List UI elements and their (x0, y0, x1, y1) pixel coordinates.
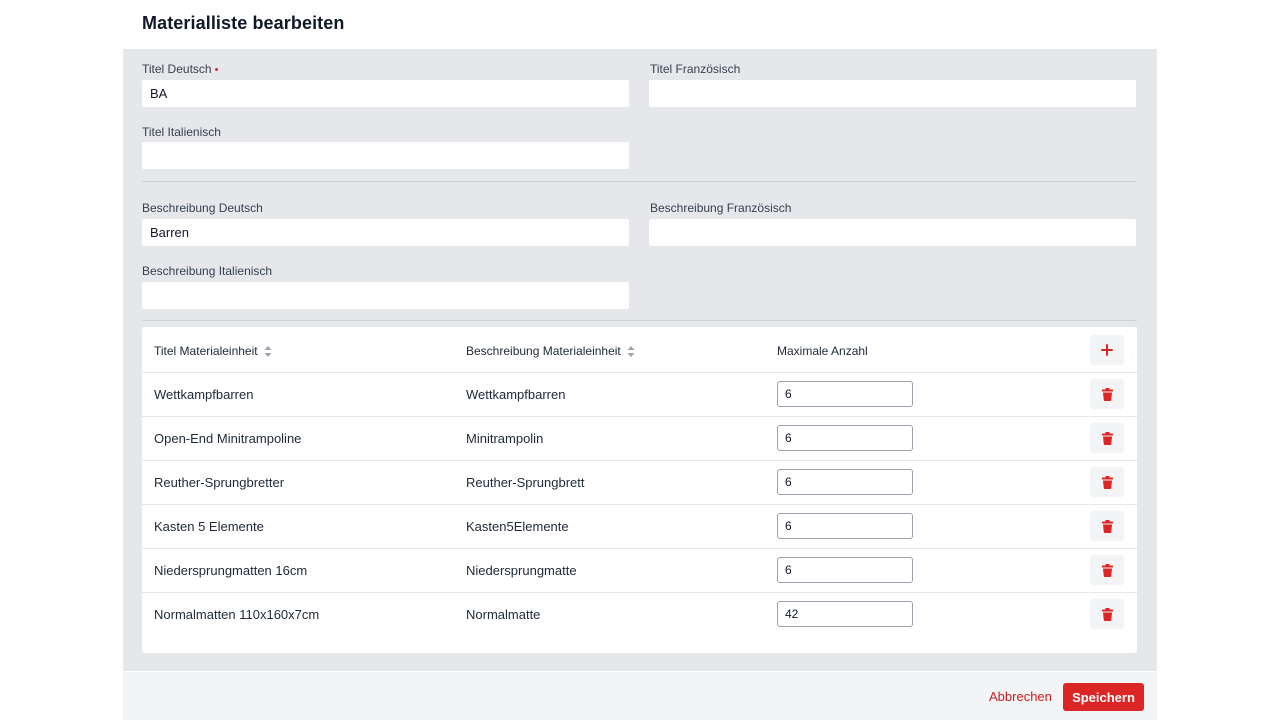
row-description: Kasten5Elemente (466, 519, 569, 534)
row-description: Normalmatte (466, 607, 541, 622)
add-row-button[interactable] (1090, 335, 1124, 365)
trash-icon (1101, 387, 1113, 401)
row-title: Normalmatten 110x160x7cm (154, 607, 320, 622)
title-de-input[interactable] (141, 79, 630, 108)
delete-row-button[interactable] (1090, 599, 1124, 629)
title-it-label: Titel Italienisch (142, 125, 221, 139)
column-header-max-count: Maximale Anzahl (777, 344, 868, 358)
max-count-input[interactable] (777, 425, 913, 451)
trash-icon (1101, 519, 1113, 533)
row-description: Wettkampfbarren (466, 387, 566, 402)
column-header-description[interactable]: Beschreibung Materialeinheit (466, 344, 635, 358)
max-count-input[interactable] (777, 557, 913, 583)
delete-row-button[interactable] (1090, 555, 1124, 585)
row-title: Wettkampfbarren (154, 387, 254, 402)
row-description: Minitrampolin (466, 431, 544, 446)
max-count-input[interactable] (777, 469, 913, 495)
delete-row-button[interactable] (1090, 423, 1124, 453)
title-fr-label: Titel Französisch (650, 62, 741, 76)
trash-icon (1101, 431, 1113, 445)
delete-row-button[interactable] (1090, 511, 1124, 541)
row-title: Open-End Minitrampoline (154, 431, 302, 446)
table-row: Normalmatten 110x160x7cm Normalmatte (142, 592, 1137, 636)
table-row: Open-End Minitrampoline Minitrampolin (142, 416, 1137, 460)
row-title: Niedersprungmatten 16cm (154, 563, 308, 578)
delete-row-button[interactable] (1090, 467, 1124, 497)
column-header-title[interactable]: Titel Materialeinheit (154, 344, 272, 358)
desc-de-label: Beschreibung Deutsch (142, 201, 263, 215)
dialog-footer: Abbrechen Speichern (123, 672, 1157, 720)
row-title: Reuther-Sprungbretter (154, 475, 285, 490)
title-de-label: Titel Deutsch • (142, 62, 218, 76)
required-marker: • (214, 64, 219, 76)
table-row: Reuther-Sprungbretter Reuther-Sprungbrett (142, 460, 1137, 504)
desc-it-label: Beschreibung Italienisch (142, 264, 273, 278)
sort-icon[interactable] (264, 345, 272, 357)
column-header-title-text: Titel Materialeinheit (154, 344, 258, 358)
max-count-input[interactable] (777, 381, 913, 407)
max-count-input[interactable] (777, 601, 913, 627)
table-row: Kasten 5 Elemente Kasten5Elemente (142, 504, 1137, 548)
title-de-label-text: Titel Deutsch (142, 62, 212, 76)
max-count-input[interactable] (777, 513, 913, 539)
desc-fr-label: Beschreibung Französisch (650, 201, 792, 215)
delete-row-button[interactable] (1090, 379, 1124, 409)
desc-it-input[interactable] (141, 281, 630, 310)
section-divider (142, 320, 1137, 321)
material-units-table: Titel Materialeinheit Beschreibung Mater… (142, 327, 1137, 653)
title-fr-input[interactable] (648, 79, 1137, 108)
column-header-max-count-text: Maximale Anzahl (777, 344, 868, 358)
row-description: Reuther-Sprungbrett (466, 475, 585, 490)
trash-icon (1101, 607, 1113, 621)
sort-icon[interactable] (627, 345, 635, 357)
column-header-description-text: Beschreibung Materialeinheit (466, 344, 621, 358)
cancel-button[interactable]: Abbrechen (985, 683, 1056, 711)
table-row: Wettkampfbarren Wettkampfbarren (142, 372, 1137, 416)
row-description: Niedersprungmatte (466, 563, 577, 578)
trash-icon (1101, 563, 1113, 577)
save-button[interactable]: Speichern (1063, 683, 1144, 711)
plus-icon (1101, 344, 1113, 356)
trash-icon (1101, 475, 1113, 489)
desc-de-input[interactable] (141, 218, 630, 247)
title-it-input[interactable] (141, 141, 630, 170)
table-row: Niedersprungmatten 16cm Niedersprungmatte (142, 548, 1137, 592)
dialog-title: Materialliste bearbeiten (142, 13, 345, 33)
section-divider (142, 181, 1137, 182)
desc-fr-input[interactable] (648, 218, 1137, 247)
row-title: Kasten 5 Elemente (154, 519, 264, 534)
